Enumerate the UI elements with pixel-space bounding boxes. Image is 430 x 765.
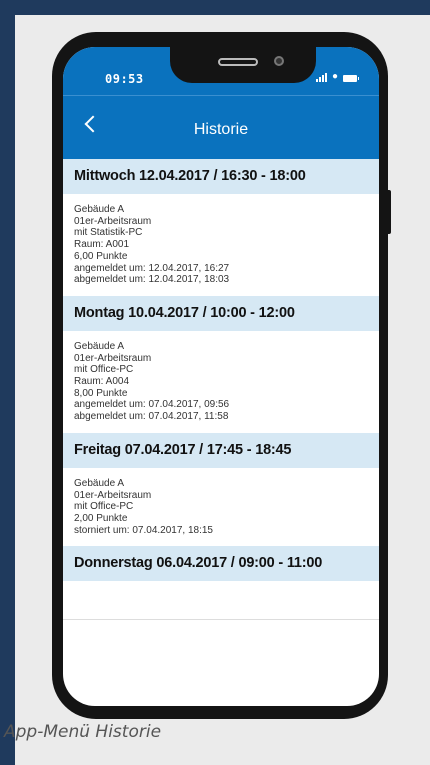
entry-header: Mittwoch 12.04.2017 / 16:30 - 18:00 [63,159,379,194]
entry-line: Raum: A001 [74,239,130,251]
entry-line: abgemeldet um: 07.04.2017, 11:58 [74,411,229,423]
battery-icon [343,75,359,82]
entry-line: mit Statistik-PC [74,227,143,239]
entry-line: Raum: A004 [74,376,130,388]
entry-line: Gebäude A [74,477,125,489]
entry-details: Gebäude A 01er-Arbeitsraum mit Statistik… [63,194,379,296]
entry-line: Gebäude A [74,204,125,215]
divider [63,619,379,620]
entry-line: angemeldet um: 12.04.2017, 16:27 [74,262,230,274]
wifi-icon: ● [331,71,338,82]
speaker-icon [218,58,258,66]
nav-bar: Historie [63,95,379,160]
status-bar: 09:53 ● [63,47,379,95]
camera-icon [274,56,284,66]
entry-line: abgemeldet um: 12.04.2017, 18:03 [74,274,230,286]
entry-line: mit Office-PC [74,364,134,376]
entry-header: Donnerstag 06.04.2017 / 09:00 - 11:00 [63,546,379,582]
status-time: 09:53 [105,72,144,86]
entry-header: Freitag 07.04.2017 / 17:45 - 18:45 [63,432,379,468]
figure-caption: App-Menü Historie [4,722,162,742]
entry-header: Montag 10.04.2017 / 10:00 - 12:00 [63,295,379,331]
list-item[interactable]: Freitag 07.04.2017 / 17:45 - 18:45 Gebäu… [63,432,379,547]
entry-line: mit Office-PC [74,501,134,513]
entry-line: 01er-Arbeitsraum [74,352,152,364]
list-item[interactable]: Donnerstag 06.04.2017 / 09:00 - 11:00 [63,546,379,582]
entry-details: Gebäude A 01er-Arbeitsraum mit Office-PC… [63,467,379,547]
entry-line: angemeldet um: 07.04.2017, 09:56 [74,399,230,411]
entry-line: Gebäude A [74,340,125,352]
list-item[interactable]: Montag 10.04.2017 / 10:00 - 12:00 Gebäud… [63,295,379,433]
signal-icon [315,73,327,82]
entry-line: 01er-Arbeitsraum [74,215,152,227]
entry-line: 2,00 Punkte [74,512,128,524]
list-item[interactable]: Mittwoch 12.04.2017 / 16:30 - 18:00 Gebä… [63,159,379,296]
entry-line: 6,00 Punkte [74,250,128,262]
phone-screen: 09:53 ● Historie Mittwoch 12.04.2017 / 1… [63,47,379,706]
entry-details: Gebäude A 01er-Arbeitsraum mit Office-PC… [63,330,379,433]
page-title: Historie [193,121,249,138]
status-icons: ● [315,71,359,82]
entry-line: storniert um: 07.04.2017, 18:15 [74,524,213,536]
history-list[interactable]: Mittwoch 12.04.2017 / 16:30 - 18:00 Gebä… [63,159,379,619]
entry-line: 8,00 Punkte [74,387,128,399]
entry-line: 01er-Arbeitsraum [74,489,152,501]
power-button [386,190,391,234]
notch [170,47,316,83]
